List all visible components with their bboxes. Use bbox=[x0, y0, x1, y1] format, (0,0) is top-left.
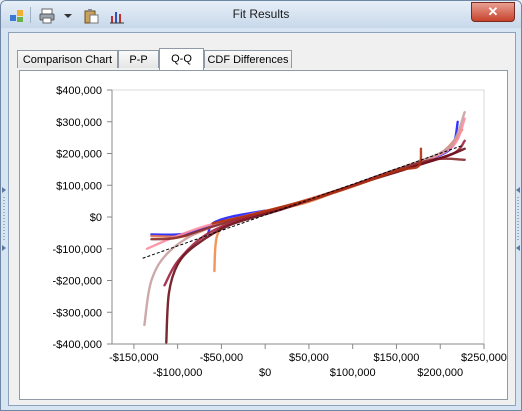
x-tick-label: $150,000 bbox=[374, 352, 420, 364]
content-area: Comparison Chart P-P Q-Q CDF Differences… bbox=[8, 32, 516, 406]
qq-chart: $400,000 $300,000 $200,000 $100,000 $0 -$100,… bbox=[52, 85, 507, 379]
y-tick-label: $0 bbox=[90, 212, 102, 224]
close-icon: ✕ bbox=[487, 4, 499, 19]
x-tick-label: $50,000 bbox=[289, 352, 329, 364]
window-title: Fit Results bbox=[232, 7, 290, 21]
tab-p-p[interactable]: P-P bbox=[118, 50, 159, 68]
y-tick-label: -$200,000 bbox=[52, 276, 102, 288]
qq-chart-panel: $400,000 $300,000 $200,000 $100,000 $0 -$100,… bbox=[19, 70, 508, 400]
series-line bbox=[150, 128, 464, 238]
right-resize-grip[interactable] bbox=[516, 187, 520, 251]
tab-comparison-chart[interactable]: Comparison Chart bbox=[17, 50, 118, 68]
y-tick-label: $200,000 bbox=[56, 149, 102, 161]
y-tick-label: -$400,000 bbox=[52, 339, 102, 351]
series-line bbox=[143, 111, 466, 327]
x-tick-label: $250,000 bbox=[461, 352, 507, 364]
x-tick-label: -$100,000 bbox=[153, 367, 203, 379]
x-tick-label: $100,000 bbox=[330, 367, 376, 379]
y-tick-label: -$100,000 bbox=[52, 244, 102, 256]
tab-cdf-differences[interactable]: CDF Differences bbox=[204, 50, 292, 68]
y-tick-label: $400,000 bbox=[56, 85, 102, 97]
fit-results-window: Fit Results ✕ Comparison Chart P-P Q-Q C… bbox=[0, 0, 522, 411]
y-tick-label: -$300,000 bbox=[52, 307, 102, 319]
series-line bbox=[145, 117, 466, 250]
x-tick-label: $200,000 bbox=[417, 367, 463, 379]
y-tick-label: $300,000 bbox=[56, 117, 102, 129]
series-line bbox=[211, 147, 423, 225]
x-tick-label: -$50,000 bbox=[200, 352, 243, 364]
series-line bbox=[150, 120, 459, 236]
x-tick-label: $0 bbox=[259, 367, 271, 379]
left-resize-grip[interactable] bbox=[2, 187, 6, 251]
close-button[interactable]: ✕ bbox=[471, 2, 515, 22]
title-bar: Fit Results ✕ bbox=[1, 1, 521, 28]
x-tick-label: -$150,000 bbox=[109, 352, 159, 364]
tab-q-q[interactable]: Q-Q bbox=[159, 48, 204, 70]
series-line bbox=[165, 147, 466, 344]
y-tick-label: $100,000 bbox=[56, 180, 102, 192]
